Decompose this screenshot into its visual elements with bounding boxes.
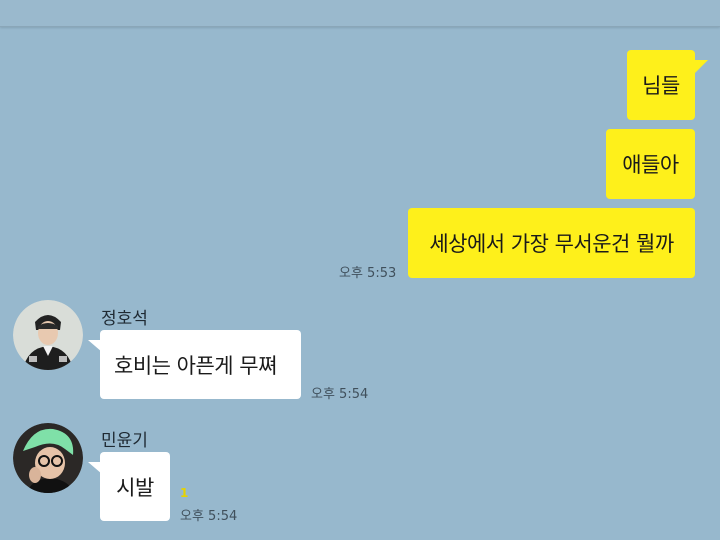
message-text: 애들아: [622, 153, 679, 177]
message-text: 님들: [642, 74, 680, 98]
sender-name: 정호석: [101, 309, 148, 329]
profile-photo-icon: [13, 300, 83, 370]
profile-photo-icon: [13, 423, 83, 493]
received-message-bubble[interactable]: 호비는 아픈게 무쪄: [100, 330, 301, 399]
message-timestamp: 오후 5:54: [311, 387, 369, 402]
avatar[interactable]: [13, 300, 83, 370]
sent-message-bubble[interactable]: 님들: [627, 50, 695, 120]
message-text: 세상에서 가장 무서운건 뭘까: [429, 232, 674, 256]
message-timestamp: 오후 5:54: [180, 509, 238, 524]
sender-name: 민윤기: [101, 431, 148, 451]
message-text: 시발: [116, 475, 154, 500]
message-text: 호비는 아픈게 무쪄: [114, 353, 277, 378]
sent-message-bubble[interactable]: 세상에서 가장 무서운건 뭘까: [408, 208, 695, 278]
unread-count: 1: [180, 486, 189, 500]
bubble-tail: [694, 60, 708, 74]
sent-message-bubble[interactable]: 애들아: [606, 129, 695, 199]
received-message-bubble[interactable]: 시발: [100, 452, 170, 521]
top-bar: [0, 0, 720, 27]
avatar[interactable]: [13, 423, 83, 493]
message-timestamp: 오후 5:53: [339, 266, 397, 281]
